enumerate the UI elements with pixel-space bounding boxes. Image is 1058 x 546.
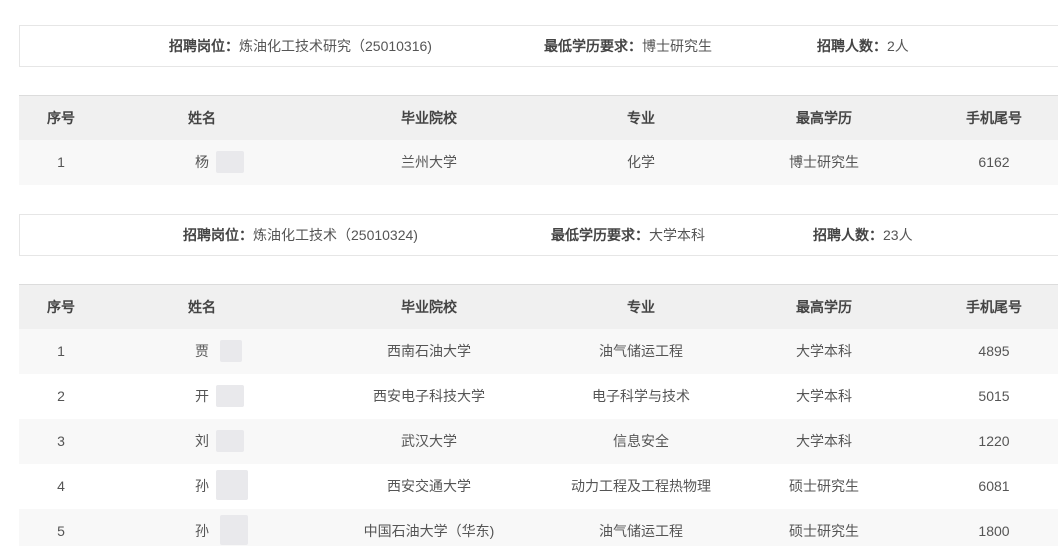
row-major: 电子科学与技术: [592, 388, 690, 404]
row-name: 杨: [140, 140, 264, 185]
row-education: 硕士研究生: [789, 478, 859, 494]
table-header: 序号 姓名 毕业院校 专业 最高学历 手机尾号: [19, 284, 1058, 329]
row-school: 中国石油大学（华东): [363, 523, 495, 539]
row-index: 1: [57, 343, 65, 359]
table-header: 序号 姓名 毕业院校 专业 最高学历 手机尾号: [19, 95, 1058, 140]
name-text: 开: [195, 388, 209, 404]
table-row: 5 孙 中国石油大学（华东) 油气储运工程 硕士研究生 1800: [19, 509, 1058, 546]
row-name: 刘: [140, 419, 264, 464]
redaction-blur: [216, 385, 244, 407]
post-value: 炼油化工技术研究（25010316): [239, 38, 432, 54]
redaction-blur: [216, 151, 244, 173]
row-phone-tail: 1800: [978, 523, 1010, 539]
row-phone-tail: 1220: [978, 433, 1010, 449]
post-value: 炼油化工技术（25010324): [253, 227, 418, 243]
min-education-field: 最低学历要求：博士研究生: [544, 26, 712, 66]
row-index: 4: [57, 478, 65, 494]
post-field: 招聘岗位：炼油化工技术（25010324): [183, 215, 418, 255]
row-school: 西南石油大学: [387, 343, 471, 359]
header-school: 毕业院校: [401, 110, 457, 126]
hire-count-value: 23人: [883, 227, 913, 243]
name-text: 杨: [195, 154, 209, 170]
header-education: 最高学历: [796, 110, 852, 126]
row-school: 兰州大学: [401, 154, 457, 170]
header-education: 最高学历: [796, 299, 852, 315]
hire-count-value: 2人: [887, 38, 909, 54]
row-major: 信息安全: [613, 433, 669, 449]
table-row: 3 刘 武汉大学 信息安全 大学本科 1220: [19, 419, 1058, 464]
min-education-label: 最低学历要求：: [544, 38, 642, 54]
candidate-table: 序号 姓名 毕业院校 专业 最高学历 手机尾号 1 杨 兰州大学 化学 博士研究…: [19, 95, 1058, 185]
row-education: 大学本科: [796, 343, 852, 359]
row-index: 3: [57, 433, 65, 449]
row-name: 贾: [140, 329, 264, 374]
post-label: 招聘岗位：: [169, 38, 239, 54]
row-education: 硕士研究生: [789, 523, 859, 539]
hire-count-label: 招聘人数：: [817, 38, 887, 54]
row-education: 大学本科: [796, 388, 852, 404]
position-info-box: 招聘岗位：炼油化工技术（25010324) 最低学历要求：大学本科 招聘人数：2…: [19, 214, 1058, 256]
hire-count-field: 招聘人数：23人: [813, 215, 913, 255]
row-major: 油气储运工程: [599, 343, 683, 359]
table-row: 4 孙 西安交通大学 动力工程及工程热物理 硕士研究生 6081: [19, 464, 1058, 509]
min-education-value: 博士研究生: [642, 38, 712, 54]
row-education: 博士研究生: [789, 154, 859, 170]
row-school: 西安交通大学: [387, 478, 471, 494]
name-text: 孙: [195, 523, 209, 539]
row-phone-tail: 6162: [978, 154, 1010, 170]
row-index: 1: [57, 154, 65, 170]
header-index: 序号: [47, 110, 75, 126]
position-info-box: 招聘岗位：炼油化工技术研究（25010316) 最低学历要求：博士研究生 招聘人…: [19, 25, 1058, 67]
row-index: 5: [57, 523, 65, 539]
hire-count-field: 招聘人数：2人: [817, 26, 909, 66]
redaction-blur: [220, 515, 248, 545]
redaction-blur: [220, 340, 242, 362]
row-name: 孙: [140, 509, 264, 546]
post-label: 招聘岗位：: [183, 227, 253, 243]
name-text: 贾: [195, 343, 209, 359]
hire-count-label: 招聘人数：: [813, 227, 883, 243]
header-index: 序号: [47, 299, 75, 315]
row-school: 西安电子科技大学: [373, 388, 485, 404]
table-row: 1 杨 兰州大学 化学 博士研究生 6162: [19, 140, 1058, 185]
row-index: 2: [57, 388, 65, 404]
row-major: 动力工程及工程热物理: [571, 478, 711, 494]
row-phone-tail: 5015: [978, 388, 1010, 404]
header-phone-tail: 手机尾号: [966, 299, 1022, 315]
row-major: 化学: [627, 154, 655, 170]
header-school: 毕业院校: [401, 299, 457, 315]
row-phone-tail: 4895: [978, 343, 1010, 359]
header-name: 姓名: [188, 110, 216, 126]
row-school: 武汉大学: [401, 433, 457, 449]
candidate-table: 序号 姓名 毕业院校 专业 最高学历 手机尾号 1 贾 西南石油大学 油气储运工…: [19, 284, 1058, 546]
row-education: 大学本科: [796, 433, 852, 449]
row-name: 孙: [140, 464, 264, 509]
row-name: 开: [140, 374, 264, 419]
min-education-field: 最低学历要求：大学本科: [551, 215, 705, 255]
header-major: 专业: [627, 299, 655, 315]
header-name: 姓名: [188, 299, 216, 315]
header-major: 专业: [627, 110, 655, 126]
table-row: 2 开 西安电子科技大学 电子科学与技术 大学本科 5015: [19, 374, 1058, 419]
post-field: 招聘岗位：炼油化工技术研究（25010316): [169, 26, 432, 66]
row-phone-tail: 6081: [978, 478, 1010, 494]
header-phone-tail: 手机尾号: [966, 110, 1022, 126]
name-text: 孙: [195, 478, 209, 494]
redaction-blur: [216, 470, 248, 500]
min-education-label: 最低学历要求：: [551, 227, 649, 243]
table-row: 1 贾 西南石油大学 油气储运工程 大学本科 4895: [19, 329, 1058, 374]
min-education-value: 大学本科: [649, 227, 705, 243]
redaction-blur: [216, 430, 244, 452]
name-text: 刘: [195, 433, 209, 449]
row-major: 油气储运工程: [599, 523, 683, 539]
